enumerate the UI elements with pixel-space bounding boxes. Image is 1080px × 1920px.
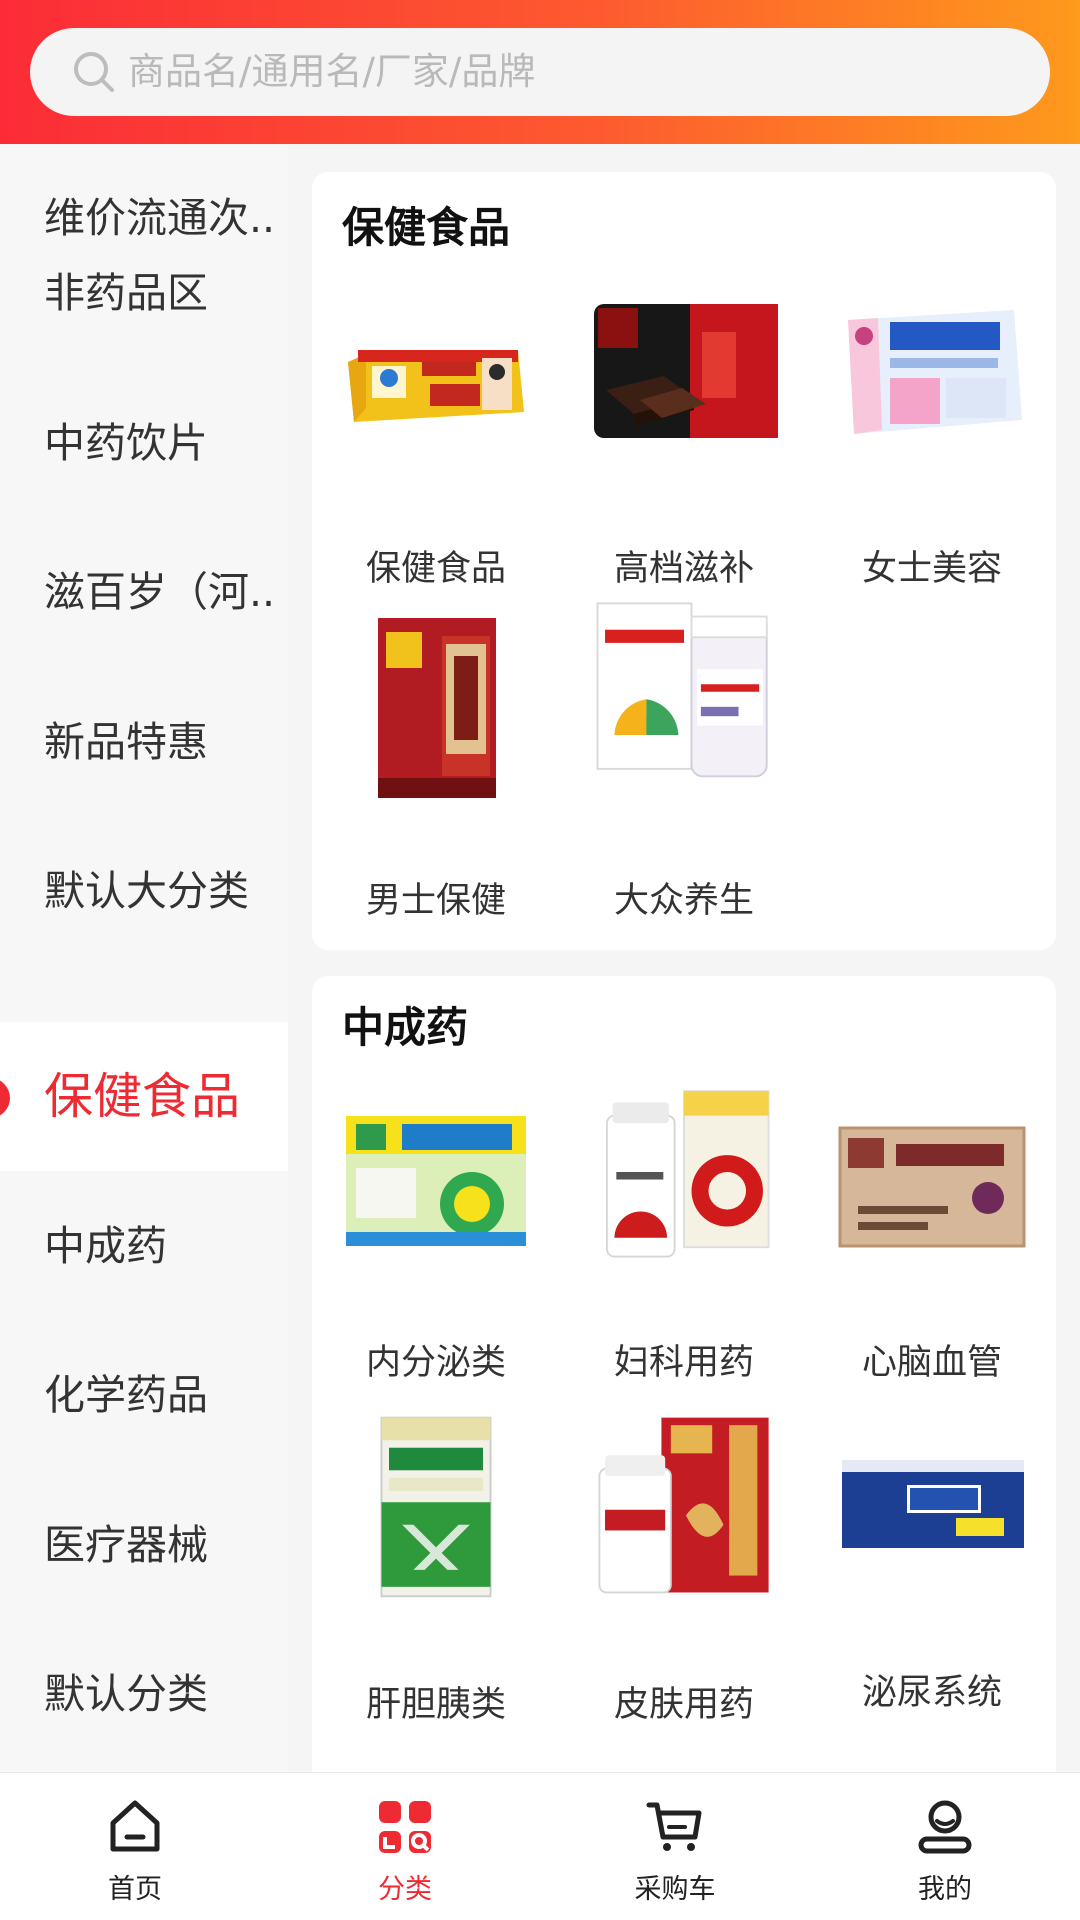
category-item[interactable]: 内分泌类: [312, 1086, 560, 1416]
tab-category[interactable]: 分类: [270, 1773, 540, 1920]
jiangtang-capsule-box-icon: [346, 1116, 526, 1246]
sidebar-item-label: 化学药品: [44, 1371, 208, 1419]
category-label: 高档滋补: [613, 549, 754, 589]
category-item[interactable]: 女士美容: [808, 282, 1056, 612]
category-item[interactable]: 妇科用药: [560, 1086, 808, 1416]
sidebar-item-health-food[interactable]: 保健食品: [0, 1022, 288, 1171]
profile-icon: [918, 1800, 972, 1854]
category-label: 肝胆胰类: [365, 1685, 506, 1725]
tab-home[interactable]: 首页: [0, 1773, 270, 1920]
section-title: 中成药: [342, 1003, 469, 1052]
multivitamin-bottle-icon: [596, 602, 768, 778]
sidebar-item-herbal-slices[interactable]: 中药饮片: [0, 369, 288, 518]
sidebar-item-label: 默认大分类: [44, 867, 249, 915]
home-icon: [110, 1800, 160, 1852]
yangxue-shengfa-capsule-icon: [598, 1417, 769, 1594]
category-icon: [379, 1801, 431, 1853]
category-label: 内分泌类: [365, 1343, 506, 1383]
sidebar-item-default-major[interactable]: 默认大分类: [0, 817, 288, 966]
section-card-health-food: 保健食品 保健食品 高档滋补 女士美容 男士保健 大众养生: [312, 172, 1056, 950]
category-label: 保健食品: [365, 549, 506, 589]
sidebar-item-non-drug[interactable]: 非药品区: [0, 219, 288, 368]
tab-label: 采购车: [634, 1874, 716, 1905]
sidebar-item-label: 非药品区: [44, 269, 208, 317]
rupixiao-tablet-bottle-icon: [605, 1090, 770, 1258]
shilin-tablet-box-icon: [842, 1460, 1024, 1548]
search-input[interactable]: 商品名/通用名/厂家/品牌: [30, 28, 1050, 116]
sidebar-item-label: 新品特惠: [44, 718, 208, 766]
tab-profile[interactable]: 我的: [810, 1773, 1080, 1920]
category-label: 泌尿系统: [861, 1673, 1002, 1713]
section-card-chinese-patent: 中成药 内分泌类 妇科用药 心脑血管 肝胆胰类 皮肤用药 泌尿系统: [312, 976, 1056, 1796]
bottom-tab-bar: 首页 分类 采购车 我的: [0, 1772, 1080, 1920]
ejiao-gift-box-icon: [594, 304, 778, 438]
haigou-pill-box-icon: [378, 618, 496, 798]
herbal-tea-box-icon: [348, 350, 524, 422]
category-sidebar: 维价流通次... 非药品区 中药饮片 滋百岁（河... 新品特惠 默认大分类 保…: [0, 144, 288, 1772]
sidebar-item-label: 默认分类: [44, 1670, 208, 1718]
category-item[interactable]: 心脑血管: [808, 1086, 1056, 1416]
category-item[interactable]: 皮肤用药: [560, 1416, 808, 1746]
header-bar: 商品名/通用名/厂家/品牌: [0, 0, 1080, 144]
sidebar-item-label: 保健食品: [44, 1068, 241, 1125]
ejiao-oral-liquid-box-icon: [848, 310, 1022, 434]
sidebar-item-medical-devices[interactable]: 医疗器械: [0, 1471, 288, 1620]
category-label: 大众养生: [613, 881, 754, 921]
tab-label: 分类: [378, 1874, 432, 1905]
sidebar-item-label: 医疗器械: [44, 1521, 208, 1569]
sidebar-item-zibaisui[interactable]: 滋百岁（河...: [0, 518, 288, 667]
sidebar-item-chinese-patent[interactable]: 中成药: [0, 1172, 288, 1321]
active-indicator: [0, 1078, 10, 1118]
sidebar-item-label: 滋百岁（河...: [44, 568, 274, 616]
xuesaitong-tablet-box-icon: [838, 1126, 1026, 1248]
section-title: 保健食品: [342, 203, 511, 252]
category-label: 皮肤用药: [613, 1685, 754, 1725]
search-icon: [74, 52, 114, 92]
category-item[interactable]: 大众养生: [560, 602, 808, 942]
cart-icon: [646, 1802, 702, 1851]
search-placeholder: 商品名/通用名/厂家/品牌: [128, 50, 536, 93]
tab-label: 首页: [108, 1874, 162, 1905]
tab-cart[interactable]: 采购车: [540, 1773, 810, 1920]
category-label: 女士美容: [861, 549, 1002, 589]
category-item[interactable]: 肝胆胰类: [312, 1416, 560, 1746]
tab-label: 我的: [918, 1874, 972, 1905]
category-item[interactable]: 高档滋补: [560, 282, 808, 612]
sidebar-item-new-deals[interactable]: 新品特惠: [0, 668, 288, 817]
category-label: 妇科用药: [613, 1343, 754, 1383]
category-label: 男士保健: [365, 881, 506, 921]
xiaoyan-lidan-box-icon: [380, 1416, 492, 1598]
category-item[interactable]: 男士保健: [312, 612, 560, 942]
sidebar-item-chemical-drugs[interactable]: 化学药品: [0, 1321, 288, 1470]
category-item[interactable]: 泌尿系统: [808, 1416, 1056, 1746]
sidebar-item-label: 中成药: [44, 1222, 167, 1270]
sidebar-item-label: 中药饮片: [44, 419, 208, 467]
category-label: 心脑血管: [861, 1343, 1002, 1383]
sidebar-item-default[interactable]: 默认分类: [0, 1620, 288, 1769]
category-item[interactable]: 保健食品: [312, 282, 560, 612]
